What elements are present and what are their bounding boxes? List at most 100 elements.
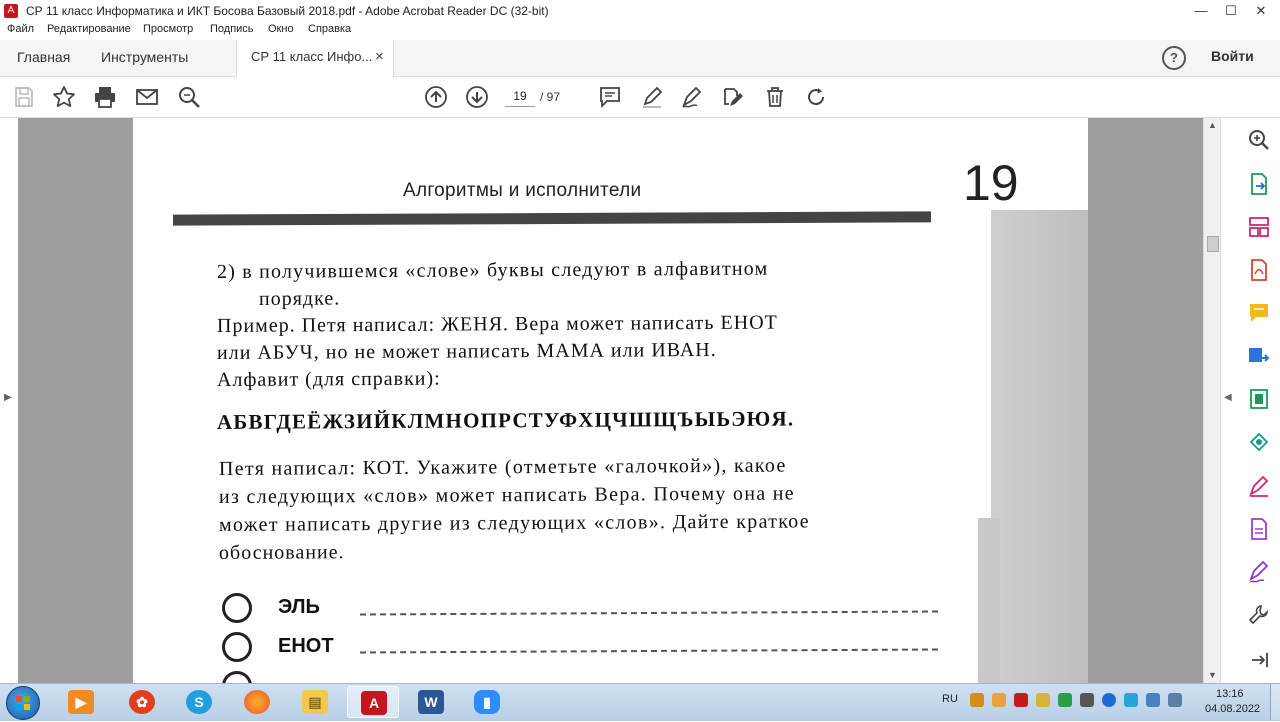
- zoom-icon[interactable]: [1247, 128, 1271, 152]
- search-icon[interactable]: [177, 85, 201, 109]
- text-line: Алфавит (для справки):: [216, 367, 441, 391]
- answer-line: [359, 648, 939, 654]
- more-tools-icon[interactable]: [1247, 603, 1271, 627]
- menu-window[interactable]: Окно: [268, 23, 294, 35]
- page-scan-shadow: [991, 210, 1088, 683]
- text-line: может написать другие из следующих «слов…: [218, 510, 811, 536]
- text-line: Петя написал: КОТ. Укажите (отметьте «га…: [218, 454, 787, 480]
- collapse-right-panel-icon[interactable]: [1247, 648, 1271, 672]
- clock-date[interactable]: 04.08.2022: [1205, 703, 1260, 715]
- pdf-page: Алгоритмы и исполнители 19 2) в получивш…: [133, 118, 1088, 683]
- text-line: или АБУЧ, но не может написать МАМА или …: [216, 338, 717, 364]
- answer-line: [359, 610, 939, 616]
- text-line: порядке.: [258, 287, 341, 310]
- media-player-icon[interactable]: ▶: [55, 686, 107, 718]
- export-pdf-icon[interactable]: [1247, 172, 1271, 196]
- tray-icon[interactable]: [970, 693, 984, 707]
- skype-icon[interactable]: S: [173, 686, 225, 718]
- app-grid-icon[interactable]: ✿: [116, 686, 168, 718]
- windows-start-button[interactable]: [6, 686, 40, 720]
- share-icon[interactable]: [1247, 430, 1271, 454]
- menu-file[interactable]: Файл: [7, 23, 34, 35]
- volume-icon[interactable]: [1168, 693, 1182, 707]
- create-pdf-icon[interactable]: [1247, 258, 1271, 282]
- organize-pages-icon[interactable]: [1247, 215, 1271, 239]
- tray-icon[interactable]: [1014, 693, 1028, 707]
- compress-icon[interactable]: [1247, 387, 1271, 411]
- tray-icon[interactable]: [1124, 693, 1138, 707]
- maximize-button[interactable]: ☐: [1218, 3, 1244, 19]
- option-label: ЭЛЬ: [278, 596, 320, 618]
- page-scan-shadow: [978, 518, 1000, 683]
- collapse-panel-icon[interactable]: ◀: [1224, 392, 1232, 403]
- menu-view[interactable]: Просмотр: [143, 23, 193, 35]
- language-indicator[interactable]: RU: [942, 693, 958, 705]
- option-radio[interactable]: [222, 671, 252, 683]
- email-icon[interactable]: [135, 85, 159, 109]
- clock-time[interactable]: 13:16: [1216, 688, 1244, 700]
- delete-icon[interactable]: [763, 85, 787, 109]
- page-number-input[interactable]: 19: [505, 86, 535, 107]
- page-down-icon[interactable]: [465, 85, 489, 109]
- option-radio[interactable]: [222, 593, 252, 623]
- tab-document[interactable]: СР 11 класс Инфо... ×: [236, 40, 394, 77]
- fill-sign-icon[interactable]: [1247, 474, 1271, 498]
- sign-tool-icon[interactable]: [1247, 560, 1271, 584]
- vertical-scrollbar[interactable]: ▲ ▼: [1203, 118, 1221, 683]
- sign-icon[interactable]: [680, 85, 704, 109]
- tab-bar: [0, 40, 1280, 77]
- text-line: из следующих «слов» может написать Вера.…: [218, 482, 796, 508]
- title-bar: A СР 11 класс Информатика и ИКТ Босова Б…: [0, 0, 1280, 23]
- highlight-icon[interactable]: [640, 85, 664, 109]
- scroll-up-icon[interactable]: ▲: [1208, 120, 1217, 130]
- comment-tool-icon[interactable]: [1247, 301, 1271, 325]
- header-rule: [172, 211, 932, 226]
- tab-tools[interactable]: Инструменты: [101, 49, 188, 65]
- word-icon[interactable]: W: [405, 686, 457, 718]
- scroll-down-icon[interactable]: ▼: [1208, 670, 1217, 680]
- zoom-app-icon[interactable]: ▮: [461, 686, 513, 718]
- bookmark-star-icon[interactable]: [52, 85, 76, 109]
- edit-pdf-icon[interactable]: [721, 85, 745, 109]
- minimize-button[interactable]: —: [1188, 3, 1214, 19]
- page-up-icon[interactable]: [424, 85, 448, 109]
- send-for-review-icon[interactable]: [1247, 344, 1271, 368]
- network-icon[interactable]: [1146, 693, 1160, 707]
- tab-home[interactable]: Главная: [17, 49, 70, 65]
- text-line: 2) в получившемся «слове» буквы следуют …: [216, 257, 769, 283]
- option-label: ЕНОТ: [278, 635, 334, 657]
- expand-left-panel-icon[interactable]: ▶: [4, 392, 12, 403]
- close-window-button[interactable]: ✕: [1248, 3, 1274, 19]
- show-desktop-button[interactable]: [1270, 684, 1280, 720]
- menu-help[interactable]: Справка: [308, 23, 351, 35]
- text-line: Пример. Петя написал: ЖЕНЯ. Вера может н…: [216, 311, 778, 337]
- acrobat-taskbar-icon[interactable]: A: [347, 686, 399, 718]
- menu-bar: Файл Редактирование Просмотр Подпись Окн…: [0, 22, 1280, 40]
- tray-icon[interactable]: [992, 693, 1006, 707]
- edit-document-icon[interactable]: [1247, 517, 1271, 541]
- window-title: СР 11 класс Информатика и ИКТ Босова Баз…: [26, 4, 549, 18]
- page-number: 19: [963, 155, 1019, 211]
- help-icon[interactable]: ?: [1162, 46, 1186, 70]
- comment-icon[interactable]: [598, 85, 622, 109]
- option-radio[interactable]: [222, 632, 252, 662]
- print-icon[interactable]: [93, 85, 117, 109]
- close-tab-icon[interactable]: ×: [375, 48, 384, 65]
- alphabet-line: АБВГДЕЁЖЗИЙКЛМНОПРСТУФХЦЧШЩЪЫЬЭЮЯ.: [216, 406, 795, 434]
- scrollbar-thumb[interactable]: [1207, 236, 1219, 252]
- bluetooth-icon[interactable]: [1102, 693, 1116, 707]
- acrobat-icon: A: [4, 4, 18, 18]
- tab-document-label: СР 11 класс Инфо...: [251, 49, 373, 64]
- running-head: Алгоритмы и исполнители: [403, 180, 642, 201]
- rotate-icon[interactable]: [804, 85, 828, 109]
- text-line: обоснование.: [218, 541, 345, 564]
- menu-sign[interactable]: Подпись: [210, 23, 254, 35]
- save-icon[interactable]: [12, 85, 36, 109]
- tray-icon[interactable]: [1080, 693, 1094, 707]
- file-explorer-icon[interactable]: ▤: [289, 686, 341, 718]
- signin-button[interactable]: Войти: [1211, 48, 1254, 64]
- tray-icon[interactable]: [1036, 693, 1050, 707]
- menu-edit[interactable]: Редактирование: [47, 23, 131, 35]
- tray-icon[interactable]: [1058, 693, 1072, 707]
- firefox-icon[interactable]: [231, 686, 283, 718]
